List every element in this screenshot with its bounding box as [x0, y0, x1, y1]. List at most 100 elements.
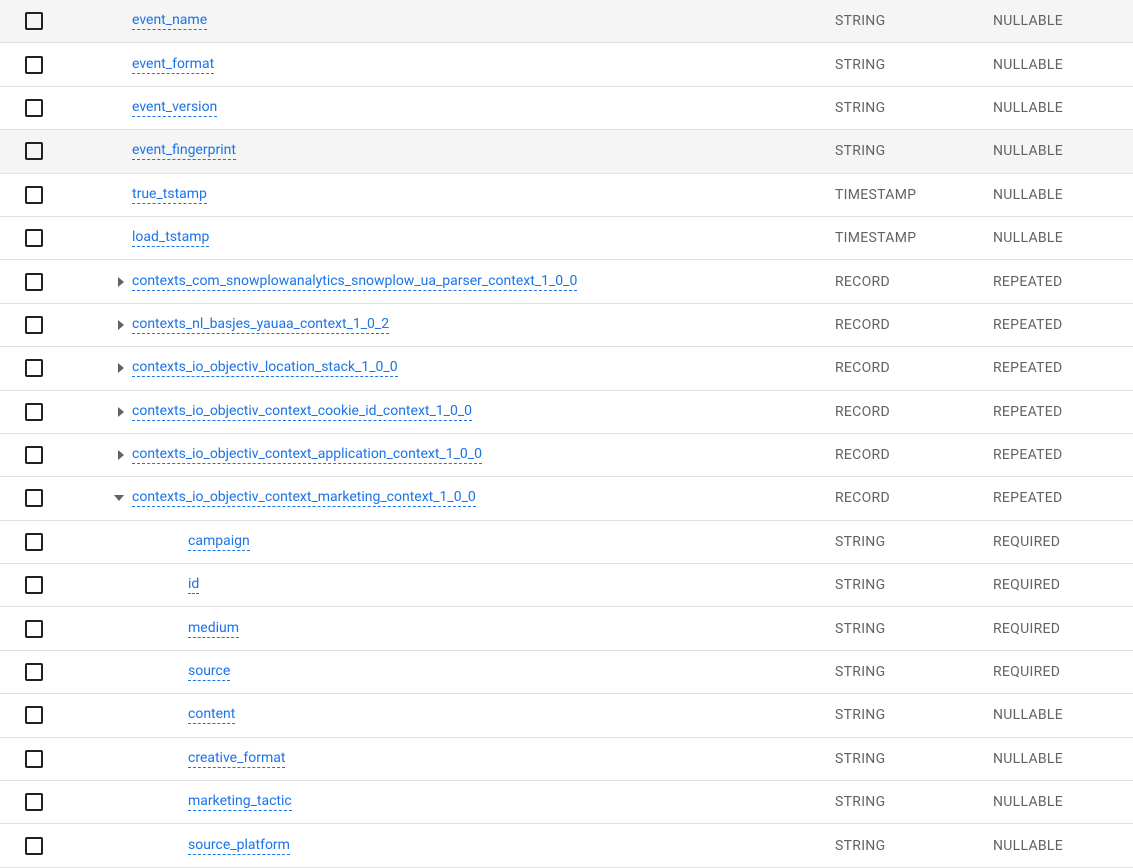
field-name-cell: contexts_io_objectiv_context_application…	[132, 446, 835, 464]
chevron-right-icon[interactable]	[118, 320, 124, 330]
row-checkbox[interactable]	[25, 706, 43, 724]
checkbox-cell	[18, 663, 50, 681]
table-row: event_versionSTRINGNULLABLE	[0, 87, 1133, 130]
chevron-right-icon[interactable]	[118, 407, 124, 417]
field-name-cell: load_tstamp	[132, 229, 835, 247]
checkbox-cell	[18, 229, 50, 247]
field-name-link[interactable]: true_tstamp	[132, 186, 207, 204]
field-mode: NULLABLE	[993, 57, 1133, 73]
field-name-link[interactable]: load_tstamp	[132, 229, 209, 247]
row-checkbox[interactable]	[25, 142, 43, 160]
expand-cell	[50, 407, 132, 417]
row-checkbox[interactable]	[25, 533, 43, 551]
chevron-right-icon[interactable]	[118, 450, 124, 460]
field-mode: REPEATED	[993, 447, 1133, 463]
field-name-link[interactable]: contexts_io_objectiv_context_marketing_c…	[132, 489, 476, 507]
field-mode: NULLABLE	[993, 751, 1133, 767]
field-name-link[interactable]: campaign	[188, 533, 250, 551]
field-name-cell: id	[132, 576, 835, 594]
field-mode: REQUIRED	[993, 621, 1133, 637]
field-mode: NULLABLE	[993, 143, 1133, 159]
field-name-link[interactable]: source	[188, 663, 230, 681]
field-name-cell: campaign	[132, 533, 835, 551]
field-name-cell: contexts_io_objectiv_context_marketing_c…	[132, 489, 835, 507]
chevron-right-icon[interactable]	[118, 277, 124, 287]
row-checkbox[interactable]	[25, 489, 43, 507]
row-checkbox[interactable]	[25, 750, 43, 768]
field-mode: REPEATED	[993, 317, 1133, 333]
checkbox-cell	[18, 99, 50, 117]
chevron-down-icon[interactable]	[114, 495, 124, 501]
row-checkbox[interactable]	[25, 837, 43, 855]
chevron-right-icon[interactable]	[118, 363, 124, 373]
checkbox-cell	[18, 489, 50, 507]
field-mode: NULLABLE	[993, 838, 1133, 854]
table-row: marketing_tacticSTRINGNULLABLE	[0, 781, 1133, 824]
table-row: true_tstampTIMESTAMPNULLABLE	[0, 174, 1133, 217]
checkbox-cell	[18, 576, 50, 594]
field-name-cell: source	[132, 663, 835, 681]
table-row: contexts_nl_basjes_yauaa_context_1_0_2 RE…	[0, 304, 1133, 347]
field-name-link[interactable]: source_platform	[188, 837, 290, 855]
field-mode: NULLABLE	[993, 100, 1133, 116]
table-row: contexts_io_objectiv_context_marketing_c…	[0, 477, 1133, 520]
field-name-link[interactable]: contexts_nl_basjes_yauaa_context_1_0_2	[132, 316, 389, 334]
field-mode: NULLABLE	[993, 187, 1133, 203]
field-mode: NULLABLE	[993, 707, 1133, 723]
field-type: RECORD	[835, 274, 993, 290]
field-name-cell: contexts_io_objectiv_context_cookie_id_c…	[132, 403, 835, 421]
row-checkbox[interactable]	[25, 56, 43, 74]
row-checkbox[interactable]	[25, 99, 43, 117]
checkbox-cell	[18, 793, 50, 811]
checkbox-cell	[18, 359, 50, 377]
field-name-link[interactable]: creative_format	[188, 750, 285, 768]
field-name-link[interactable]: event_name	[132, 12, 207, 30]
field-mode: NULLABLE	[993, 13, 1133, 29]
row-checkbox[interactable]	[25, 446, 43, 464]
row-checkbox[interactable]	[25, 12, 43, 30]
field-type: STRING	[835, 838, 993, 854]
expand-cell	[50, 495, 132, 501]
field-mode: REPEATED	[993, 490, 1133, 506]
row-checkbox[interactable]	[25, 576, 43, 594]
field-type: STRING	[835, 143, 993, 159]
checkbox-cell	[18, 446, 50, 464]
row-checkbox[interactable]	[25, 403, 43, 421]
field-mode: REQUIRED	[993, 577, 1133, 593]
field-mode: REPEATED	[993, 360, 1133, 376]
field-name-link[interactable]: contexts_com_snowplowanalytics_snowplow_…	[132, 273, 577, 291]
field-type: STRING	[835, 57, 993, 73]
field-type: STRING	[835, 664, 993, 680]
field-name-link[interactable]: contexts_io_objectiv_context_application…	[132, 446, 482, 464]
field-name-link[interactable]: event_format	[132, 56, 214, 74]
field-name-link[interactable]: id	[188, 576, 199, 594]
field-type: STRING	[835, 13, 993, 29]
field-name-link[interactable]: content	[188, 706, 235, 724]
field-name-cell: event_fingerprint	[132, 142, 835, 160]
table-row: event_fingerprint STRINGNULLABLE	[0, 130, 1133, 173]
row-checkbox[interactable]	[25, 359, 43, 377]
row-checkbox[interactable]	[25, 663, 43, 681]
checkbox-cell	[18, 750, 50, 768]
field-mode: REPEATED	[993, 274, 1133, 290]
checkbox-cell	[18, 142, 50, 160]
row-checkbox[interactable]	[25, 273, 43, 291]
field-name-link[interactable]: medium	[188, 620, 239, 638]
field-name-link[interactable]: marketing_tactic	[188, 793, 292, 811]
checkbox-cell	[18, 403, 50, 421]
field-name-link[interactable]: contexts_io_objectiv_context_cookie_id_c…	[132, 403, 472, 421]
field-name-link[interactable]: event_fingerprint	[132, 142, 236, 160]
row-checkbox[interactable]	[25, 316, 43, 334]
field-type: STRING	[835, 621, 993, 637]
expand-cell	[50, 277, 132, 287]
row-checkbox[interactable]	[25, 793, 43, 811]
field-name-link[interactable]: contexts_io_objectiv_location_stack_1_0_…	[132, 359, 398, 377]
field-name-cell: creative_format	[132, 750, 835, 768]
schema-table: event_nameSTRINGNULLABLEevent_formatSTRI…	[0, 0, 1133, 868]
field-name-link[interactable]: event_version	[132, 99, 217, 117]
row-checkbox[interactable]	[25, 620, 43, 638]
field-name-cell: contexts_io_objectiv_location_stack_1_0_…	[132, 359, 835, 377]
row-checkbox[interactable]	[25, 186, 43, 204]
field-type: TIMESTAMP	[835, 230, 993, 246]
row-checkbox[interactable]	[25, 229, 43, 247]
